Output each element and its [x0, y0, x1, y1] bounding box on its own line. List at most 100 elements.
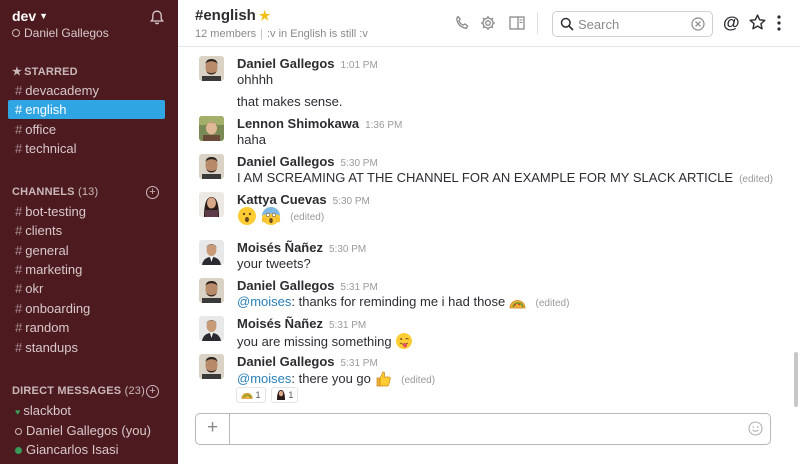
channel-english[interactable]: # english	[8, 100, 165, 119]
edited-label: (edited)	[290, 212, 325, 223]
message-author[interactable]: Moisés Ñañez 5:31 PM	[237, 316, 366, 331]
add-dm-button[interactable]: +	[146, 385, 159, 398]
message-author[interactable]: Moisés Ñañez 5:30 PM	[237, 240, 366, 255]
chevron-down-icon: ▼	[39, 11, 49, 21]
avatar[interactable]	[199, 116, 224, 141]
heart-icon: ♥	[15, 407, 21, 417]
channel-technical[interactable]: # technical	[8, 139, 165, 158]
add-channel-button[interactable]: +	[146, 186, 159, 199]
message-list: Daniel Gallegos 1:01 PM ohhhh that makes …	[178, 48, 792, 408]
message-timestamp[interactable]: 5:31 PM	[329, 320, 366, 331]
channel-header: #english ★ 12 members |:v in English is st…	[178, 0, 800, 47]
channel-clients[interactable]: # clients	[8, 221, 165, 240]
message-author[interactable]: Lennon Shimokawa 1:36 PM	[237, 116, 402, 131]
message-author[interactable]: Daniel Gallegos 1:01 PM	[237, 56, 378, 71]
gear-icon[interactable]	[479, 14, 497, 32]
message-timestamp[interactable]: 5:30 PM	[341, 158, 378, 169]
message-text: your tweets?	[237, 256, 311, 271]
message-text: @moises: thanks for reminding me i had t…	[237, 294, 570, 309]
dm-slackbot[interactable]: ♥ slackbot	[8, 401, 168, 420]
star-icon[interactable]: ★	[259, 8, 271, 23]
phone-icon[interactable]	[453, 14, 471, 32]
channel-general[interactable]: # general	[8, 241, 165, 260]
message-composer: +	[195, 413, 771, 445]
message-text: I AM SCREAMING AT THE CHANNEL FOR AN EXA…	[237, 170, 773, 185]
presence-online-icon	[15, 447, 22, 454]
reaction-person[interactable]: 1	[270, 387, 299, 403]
avatar[interactable]	[199, 154, 224, 179]
edited-label: (edited)	[401, 375, 436, 386]
message-timestamp[interactable]: 5:31 PM	[341, 282, 378, 293]
reaction-taco[interactable]: 1	[236, 387, 266, 403]
at-icon[interactable]: @	[723, 13, 740, 33]
scream-face-icon	[261, 207, 280, 225]
user-mention[interactable]: @moises	[237, 294, 291, 309]
clear-icon[interactable]	[691, 17, 705, 31]
avatar[interactable]	[199, 316, 224, 341]
dm-daniel-gallegos[interactable]: Daniel Gallegos (you)	[8, 421, 168, 440]
reactions-bar: 1 1	[236, 387, 300, 403]
taco-icon	[509, 300, 526, 309]
dm-giancarlos-isasi[interactable]: Giancarlos Isasi	[8, 440, 168, 459]
emoji-picker-icon[interactable]	[748, 421, 763, 436]
bell-icon[interactable]	[150, 10, 164, 25]
star-icon[interactable]	[748, 13, 767, 32]
search-icon	[560, 17, 574, 31]
message-author[interactable]: Kattya Cuevas 5:30 PM	[237, 192, 370, 207]
channel-random[interactable]: # random	[8, 318, 165, 337]
message-text: ohhhh	[237, 72, 274, 87]
channel-marketing[interactable]: # marketing	[8, 260, 165, 279]
message-text: haha	[237, 132, 266, 147]
search-input[interactable]	[578, 16, 686, 32]
message-text: that makes sense.	[237, 94, 343, 109]
channel-office[interactable]: # office	[8, 120, 165, 139]
message-timestamp[interactable]: 5:31 PM	[341, 358, 378, 369]
message-timestamp[interactable]: 1:01 PM	[341, 60, 378, 71]
member-count[interactable]: 12 members	[195, 28, 256, 40]
edited-label: (edited)	[739, 174, 773, 185]
message-text: @moises: there you go (edited)	[237, 371, 436, 387]
header-divider	[537, 12, 538, 34]
message-text: (edited)	[237, 206, 324, 226]
team-switcher[interactable]: dev ▼	[12, 8, 48, 24]
message-timestamp[interactable]: 5:30 PM	[329, 244, 366, 255]
channel-devacademy[interactable]: # devacademy	[8, 81, 165, 100]
message-author[interactable]: Daniel Gallegos 5:30 PM	[237, 154, 378, 169]
sidebar-toggle-icon[interactable]	[508, 14, 526, 32]
message-timestamp[interactable]: 1:36 PM	[365, 120, 402, 131]
current-user[interactable]: Daniel Gallegos	[12, 26, 109, 40]
star-icon: ★	[12, 66, 23, 78]
avatar[interactable]	[199, 192, 224, 217]
scrollbar-thumb[interactable]	[794, 352, 798, 407]
message-author[interactable]: Daniel Gallegos 5:31 PM	[237, 354, 378, 369]
person-emoji-icon	[276, 390, 285, 400]
channel-bot-testing[interactable]: # bot-testing	[8, 202, 165, 221]
more-icon[interactable]	[775, 14, 783, 32]
thumbs-up-icon	[376, 371, 391, 387]
user-mention[interactable]: @moises	[237, 371, 291, 386]
message-text: you are missing something	[237, 332, 413, 350]
avatar[interactable]	[199, 278, 224, 303]
tongue-face-icon	[396, 333, 413, 349]
sidebar: dev ▼ Daniel Gallegos ★ STARRED # devacadem…	[0, 0, 178, 464]
search-box[interactable]	[552, 11, 713, 37]
avatar[interactable]	[199, 56, 224, 81]
direct-messages-header[interactable]: DIRECT MESSAGES (23)	[12, 385, 145, 397]
attach-button[interactable]: +	[196, 414, 230, 444]
channel-standups[interactable]: # standups	[8, 338, 165, 357]
presence-away-icon	[15, 428, 22, 435]
message-author[interactable]: Daniel Gallegos 5:31 PM	[237, 278, 378, 293]
avatar[interactable]	[199, 354, 224, 379]
presence-away-icon	[12, 29, 20, 37]
surprised-face-icon	[238, 207, 256, 225]
channel-okr[interactable]: # okr	[8, 279, 165, 298]
taco-icon	[241, 393, 253, 399]
channels-header[interactable]: CHANNELS (13)	[12, 186, 98, 198]
channel-onboarding[interactable]: # onboarding	[8, 299, 165, 318]
edited-label: (edited)	[535, 298, 570, 309]
channel-title[interactable]: #english ★	[195, 7, 271, 24]
message-timestamp[interactable]: 5:30 PM	[333, 196, 370, 207]
channel-topic[interactable]: :v in English is still :v	[267, 28, 368, 40]
avatar[interactable]	[199, 240, 224, 265]
message-input[interactable]	[236, 420, 736, 438]
